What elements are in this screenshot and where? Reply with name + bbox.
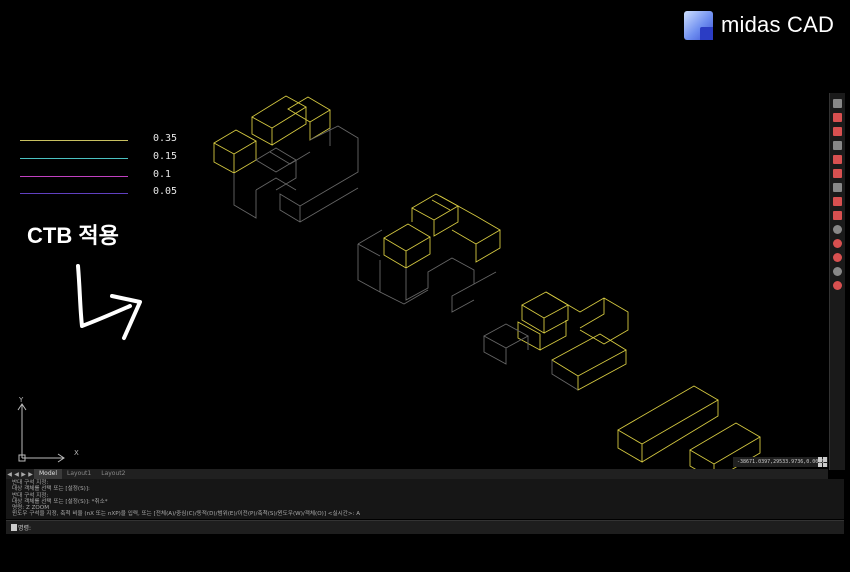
grid-toggle-icon[interactable] xyxy=(818,457,828,467)
toolbar-button-3[interactable] xyxy=(833,127,842,136)
toolbar-button-12[interactable] xyxy=(833,253,842,262)
command-line-input[interactable]: 명령: xyxy=(6,520,844,534)
tab-nav-next-icon[interactable]: ▶ xyxy=(20,471,27,478)
toolbar-button-9[interactable] xyxy=(833,211,842,220)
tab-model[interactable]: Model xyxy=(34,469,63,479)
tab-nav-prev-icon[interactable]: ◀ xyxy=(13,471,20,478)
tab-nav-last-icon[interactable]: ▶ xyxy=(27,471,34,478)
toolbar-button-6[interactable] xyxy=(833,169,842,178)
right-toolbar xyxy=(829,93,845,470)
layout-tabbar: ◀ ◀ ▶ ▶ Model Layout1 Layout2 xyxy=(6,469,828,479)
ucs-y-label: Y xyxy=(18,396,24,404)
toolbar-button-1[interactable] xyxy=(833,99,842,108)
toolbar-button-11[interactable] xyxy=(833,239,842,248)
command-prompt: 명령: xyxy=(18,525,32,532)
toolbar-button-7[interactable] xyxy=(833,183,842,192)
tab-layout1[interactable]: Layout1 xyxy=(62,469,96,479)
iso-block-1-dim xyxy=(233,125,359,223)
toolbar-button-8[interactable] xyxy=(833,197,842,206)
command-history: 반대 구석 지정: 대상 객체를 선택 또는 [설정(S)]: 반대 구석 지정… xyxy=(6,479,844,519)
iso-block-3-dim xyxy=(483,323,579,391)
tab-layout2[interactable]: Layout2 xyxy=(96,469,130,479)
annotation-arrow-icon xyxy=(76,264,142,340)
iso-block-3 xyxy=(517,291,629,391)
command-icon xyxy=(11,524,17,531)
toolbar-button-10[interactable] xyxy=(833,225,842,234)
toolbar-button-13[interactable] xyxy=(833,267,842,276)
iso-block-1 xyxy=(213,95,331,174)
toolbar-button-5[interactable] xyxy=(833,155,842,164)
iso-block-2-dim xyxy=(357,229,497,313)
coordinate-readout: -38671.0397,29533.9736,0.0000 xyxy=(733,457,829,467)
toolbar-button-2[interactable] xyxy=(833,113,842,122)
history-line: 윈도우 구석을 지정, 축척 비율 (nX 또는 nXP)을 입력, 또는 [전… xyxy=(12,511,361,518)
ucs-icon xyxy=(17,403,65,463)
toolbar-button-14[interactable] xyxy=(833,281,842,290)
tab-nav-first-icon[interactable]: ◀ xyxy=(6,471,13,478)
toolbar-button-4[interactable] xyxy=(833,141,842,150)
ucs-x-label: X xyxy=(74,449,79,457)
iso-block-2 xyxy=(383,193,501,269)
